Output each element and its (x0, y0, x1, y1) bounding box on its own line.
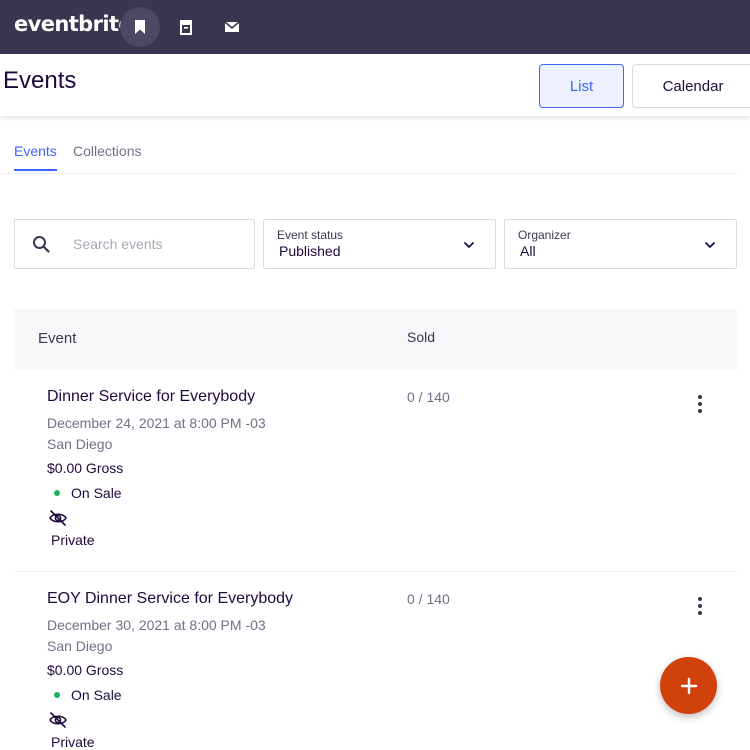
status-dot-icon (54, 490, 60, 496)
event-status-value: Published (279, 243, 341, 259)
event-status-select[interactable]: Event status Published (263, 219, 496, 269)
organizer-value: All (520, 243, 536, 259)
top-navigation-bar: eventbrite (0, 0, 750, 54)
search-box (14, 219, 255, 269)
column-header-sold: Sold (407, 329, 436, 345)
organizer-label: Organizer (518, 228, 571, 242)
tab-bar: Events Collections (0, 140, 738, 174)
organizer-select[interactable]: Organizer All (504, 219, 737, 269)
table-header: Event Sold (14, 309, 737, 370)
event-date: December 30, 2021 at 8:00 PM -03 (47, 617, 266, 633)
event-sold: 0 / 140 (407, 389, 450, 405)
create-event-button[interactable] (660, 657, 717, 714)
bookmark-icon[interactable] (120, 7, 160, 47)
more-options-icon[interactable] (692, 392, 708, 416)
status-badge: On Sale (54, 485, 122, 501)
status-text: On Sale (71, 687, 122, 703)
event-sold: 0 / 140 (407, 591, 450, 607)
event-visibility: Private (51, 734, 95, 750)
tab-collections[interactable]: Collections (73, 143, 141, 169)
search-input[interactable] (73, 234, 243, 254)
event-location: San Diego (47, 436, 113, 452)
mail-icon[interactable] (212, 7, 252, 47)
eye-off-icon (49, 712, 67, 728)
event-name[interactable]: Dinner Service for Everybody (47, 388, 255, 406)
page-title: Events (3, 67, 77, 94)
chevron-down-icon (705, 242, 715, 248)
table-row[interactable]: EOY Dinner Service for Everybody Decembe… (14, 572, 737, 750)
more-options-icon[interactable] (692, 594, 708, 618)
eventbrite-logo[interactable]: eventbrite (14, 12, 133, 36)
tab-events[interactable]: Events (14, 143, 57, 171)
event-location: San Diego (47, 638, 113, 654)
status-dot-icon (54, 692, 60, 698)
search-icon (33, 236, 50, 253)
event-gross: $0.00 Gross (47, 662, 124, 678)
table-row[interactable]: Dinner Service for Everybody December 24… (14, 370, 737, 572)
archive-icon[interactable] (166, 7, 206, 47)
event-gross: $0.00 Gross (47, 460, 124, 476)
event-visibility: Private (51, 532, 95, 548)
event-date: December 24, 2021 at 8:00 PM -03 (47, 415, 266, 431)
column-header-event: Event (38, 330, 77, 347)
status-badge: On Sale (54, 687, 122, 703)
event-name[interactable]: EOY Dinner Service for Everybody (47, 590, 293, 608)
event-status-label: Event status (277, 228, 344, 242)
status-text: On Sale (71, 485, 122, 501)
page-header: Events List Calendar (0, 54, 750, 116)
eye-off-icon (49, 510, 67, 526)
list-view-button[interactable]: List (539, 64, 624, 108)
chevron-down-icon (464, 242, 474, 248)
plus-icon (680, 677, 697, 694)
calendar-view-button[interactable]: Calendar (632, 64, 750, 108)
